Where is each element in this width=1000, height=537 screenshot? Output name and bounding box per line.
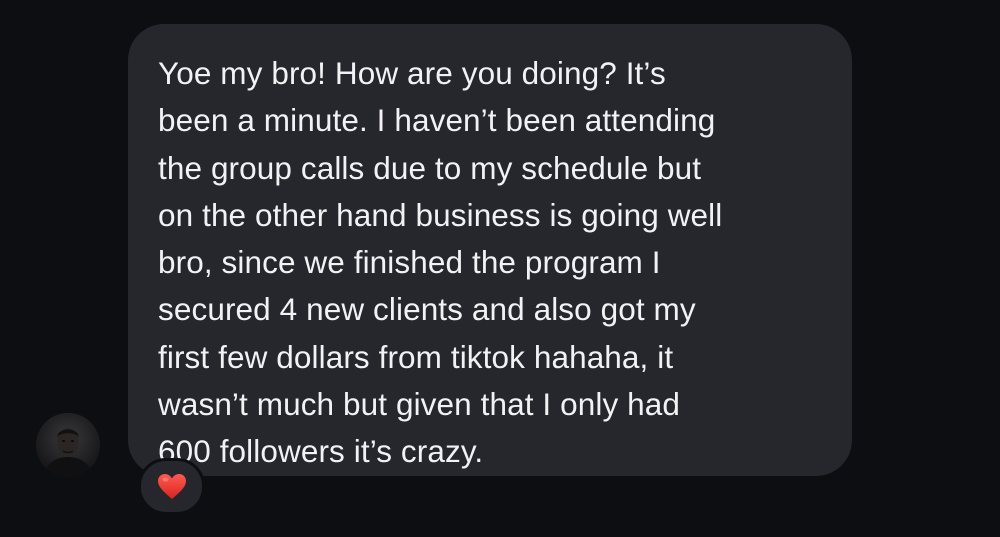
message-line: wasn’t much but given that I only had: [158, 386, 681, 423]
message-line: the group calls due to my schedule but: [158, 149, 702, 186]
message-line: on the other hand business is going well: [158, 196, 723, 233]
message-line: secured 4 new clients and also got my: [158, 291, 696, 328]
message-line: been a minute. I haven’t been attending: [158, 102, 716, 139]
sender-avatar[interactable]: [36, 413, 100, 477]
red-heart-icon: [157, 474, 186, 499]
message-line: bro, since we finished the program I: [158, 244, 661, 281]
avatar-photo-icon: [36, 413, 100, 477]
chat-screen: Yoe my bro! How are you doing? It’s been…: [0, 0, 1000, 537]
message-text: Yoe my bro! How are you doing? It’s been…: [158, 50, 822, 476]
message-line: 600 followers it’s crazy.: [158, 433, 484, 470]
reaction-badge[interactable]: [138, 458, 205, 515]
message-bubble[interactable]: Yoe my bro! How are you doing? It’s been…: [128, 24, 852, 476]
message-line: first few dollars from tiktok hahaha, it: [158, 338, 674, 375]
message-line: Yoe my bro! How are you doing? It’s: [158, 55, 666, 91]
